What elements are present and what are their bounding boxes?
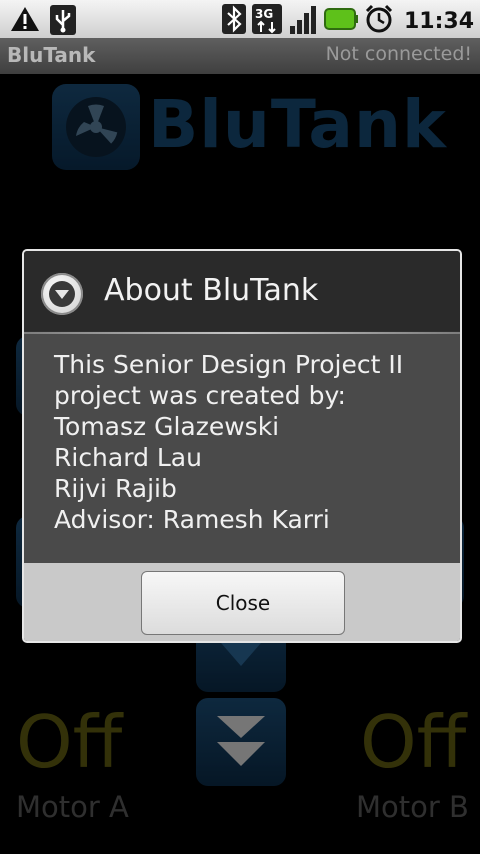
connection-status: Not connected! <box>325 43 472 65</box>
warning-icon <box>10 5 40 39</box>
message-line: Richard Lau <box>54 443 202 472</box>
battery-icon <box>323 8 358 34</box>
svg-text:3G: 3G <box>255 7 273 21</box>
status-bar: 3G 11:34 <box>0 0 480 38</box>
usb-icon <box>50 5 76 39</box>
signal-icon <box>288 4 318 38</box>
dialog-message: This Senior Design Project II project wa… <box>54 349 403 535</box>
dialog-title: About BluTank <box>104 273 319 308</box>
dialog-header: About BluTank <box>24 251 460 331</box>
close-button[interactable]: Close <box>141 571 345 635</box>
info-icon <box>41 273 83 315</box>
app-title: BluTank <box>7 43 96 67</box>
message-line: This Senior Design Project II <box>54 350 404 379</box>
message-line: project was created by: <box>54 381 346 410</box>
message-line: Tomasz Glazewski <box>54 412 280 441</box>
about-dialog: About BluTank This Senior Design Project… <box>22 249 462 643</box>
clock-time: 11:34 <box>403 8 474 34</box>
alarm-icon <box>364 4 394 38</box>
message-line: Advisor: Ramesh Karri <box>54 505 330 534</box>
bluetooth-icon <box>221 4 246 38</box>
app-title-bar: BluTank Not connected! <box>0 38 480 74</box>
message-line: Rijvi Rajib <box>54 474 177 503</box>
3g-icon: 3G <box>251 4 282 38</box>
